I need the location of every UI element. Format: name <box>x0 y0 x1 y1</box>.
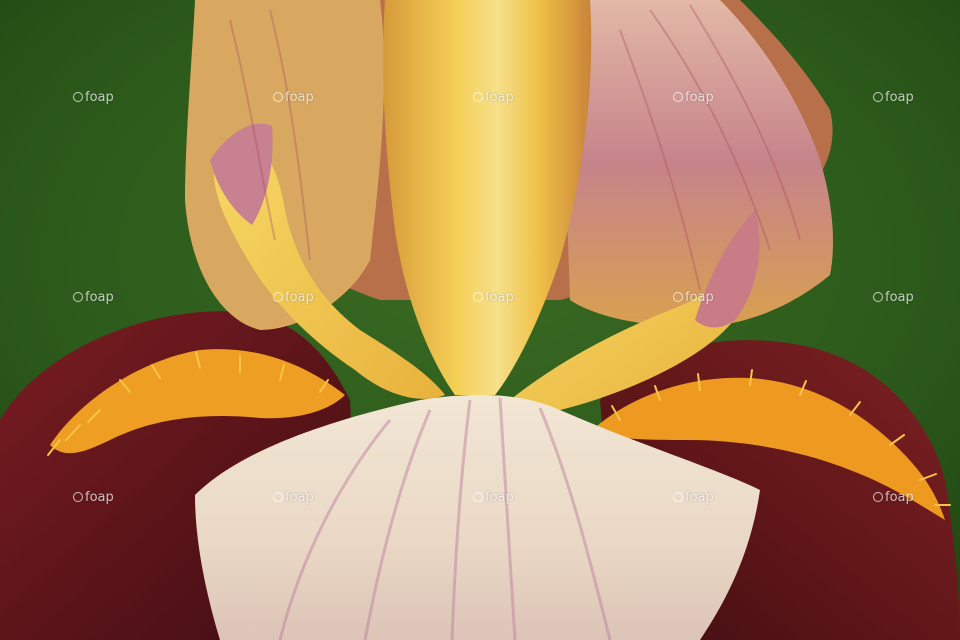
iris-flower-photo <box>0 0 960 640</box>
photo-scene: foap foap foap foap foap foap foap foap … <box>0 0 960 640</box>
